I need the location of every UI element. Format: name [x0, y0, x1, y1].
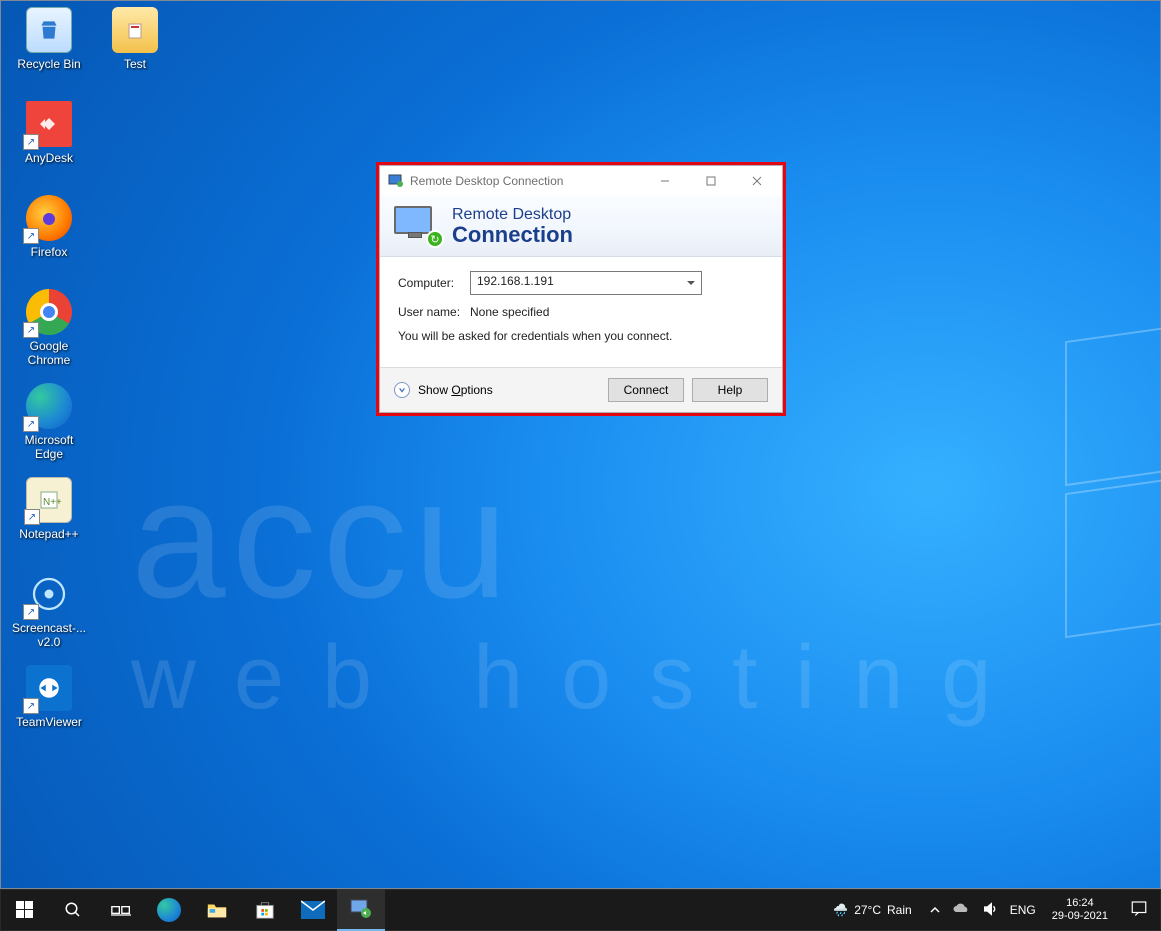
firefox-icon — [26, 195, 72, 241]
desktop-wallpaper: accu web hosting Recycle Bin Test AnyDes… — [0, 0, 1161, 889]
help-button[interactable]: Help — [692, 378, 768, 402]
weather-temp: 27°C — [854, 903, 881, 917]
weather-icon: 🌧️ — [833, 903, 848, 917]
edge-icon — [26, 383, 72, 429]
start-button[interactable] — [1, 889, 49, 931]
weather-condition: Rain — [887, 903, 912, 917]
dialog-body: Computer: 192.168.1.191 User name: None … — [380, 257, 782, 367]
desktop-icon-recycle-bin[interactable]: Recycle Bin — [9, 7, 89, 101]
tray-clock[interactable]: 16:24 29-09-2021 — [1042, 897, 1118, 923]
tray-weather[interactable]: 🌧️ 27°C Rain — [821, 903, 923, 917]
connect-button[interactable]: Connect — [608, 378, 684, 402]
brand-watermark: accu web hosting — [131, 441, 1029, 730]
desktop-icon-edge[interactable]: Microsoft Edge — [9, 383, 89, 477]
desktop-icon-label: Notepad++ — [19, 527, 78, 541]
taskbar-app-rdp[interactable] — [337, 889, 385, 931]
tray-volume-icon[interactable] — [976, 901, 1004, 920]
taskbar-app-edge[interactable] — [145, 889, 193, 931]
taskbar: 🌧️ 27°C Rain ENG 16:24 29-09-2021 — [0, 889, 1161, 931]
desktop-icon-anydesk[interactable]: AnyDesk — [9, 101, 89, 195]
desktop-icon-notepadpp[interactable]: N++ Notepad++ — [9, 477, 89, 571]
taskbar-app-mail[interactable] — [289, 889, 337, 931]
tray-overflow-button[interactable] — [924, 903, 946, 918]
computer-combobox[interactable]: 192.168.1.191 — [470, 271, 702, 295]
teamviewer-icon — [26, 665, 72, 711]
rdp-banner-icon: ↻ — [394, 206, 440, 246]
recycle-bin-icon — [26, 7, 72, 53]
username-value: None specified — [470, 305, 549, 319]
desktop-icon-firefox[interactable]: Firefox — [9, 195, 89, 289]
username-label: User name: — [398, 305, 470, 319]
tray-date: 29-09-2021 — [1052, 910, 1108, 923]
tray-notifications-button[interactable] — [1118, 899, 1160, 922]
dialog-banner: ↻ Remote Desktop Connection — [380, 196, 782, 257]
maximize-button[interactable] — [688, 166, 734, 196]
minimize-button[interactable] — [642, 166, 688, 196]
desktop-icon-label: Screencast-... v2.0 — [9, 621, 89, 649]
credentials-note: You will be asked for credentials when y… — [398, 329, 764, 343]
tray-language[interactable]: ENG — [1004, 903, 1042, 917]
desktop-icon-label: AnyDesk — [25, 151, 73, 165]
desktop-icon-label: Test — [124, 57, 146, 71]
desktop-icon-label: TeamViewer — [16, 715, 82, 729]
anydesk-icon — [26, 101, 72, 147]
task-view-button[interactable] — [97, 889, 145, 931]
desktop-icon-label: Recycle Bin — [17, 57, 80, 71]
screencast-icon — [26, 571, 72, 617]
desktop-icon-teamviewer[interactable]: TeamViewer — [9, 665, 89, 759]
tray-onedrive-icon[interactable] — [946, 902, 976, 919]
dialog-title: Remote Desktop Connection — [410, 174, 563, 188]
dialog-titlebar[interactable]: Remote Desktop Connection — [380, 166, 782, 196]
notepadpp-icon: N++ — [26, 477, 72, 523]
show-options-link[interactable]: Show Options — [418, 383, 493, 397]
rdp-titlebar-icon — [388, 173, 404, 189]
desktop-icon-chrome[interactable]: Google Chrome — [9, 289, 89, 383]
dialog-footer: Show Options Connect Help — [380, 367, 782, 412]
desktop-icon-test-folder[interactable]: Test — [95, 7, 175, 101]
taskbar-app-explorer[interactable] — [193, 889, 241, 931]
close-button[interactable] — [734, 166, 780, 196]
desktop-icons-grid: Recycle Bin Test AnyDesk Firefox — [9, 7, 175, 759]
chrome-icon — [26, 289, 72, 335]
search-button[interactable] — [49, 889, 97, 931]
rdp-dialog-highlight: Remote Desktop Connection ↻ Remote Deskt… — [376, 162, 786, 416]
show-options-expander-icon[interactable] — [394, 382, 410, 398]
rdp-dialog: Remote Desktop Connection ↻ Remote Deskt… — [379, 165, 783, 413]
folder-icon — [112, 7, 158, 53]
system-tray: 🌧️ 27°C Rain ENG 16:24 29-09-2021 — [821, 889, 1160, 931]
desktop-icon-label: Google Chrome — [9, 339, 89, 367]
desktop-icon-screencast[interactable]: Screencast-... v2.0 — [9, 571, 89, 665]
taskbar-app-store[interactable] — [241, 889, 289, 931]
svg-text:N++: N++ — [43, 497, 61, 508]
computer-label: Computer: — [398, 276, 470, 290]
desktop-icon-label: Firefox — [31, 245, 68, 259]
desktop-icon-label: Microsoft Edge — [9, 433, 89, 461]
banner-heading-line2: Connection — [452, 224, 573, 246]
tray-time: 16:24 — [1052, 897, 1108, 910]
